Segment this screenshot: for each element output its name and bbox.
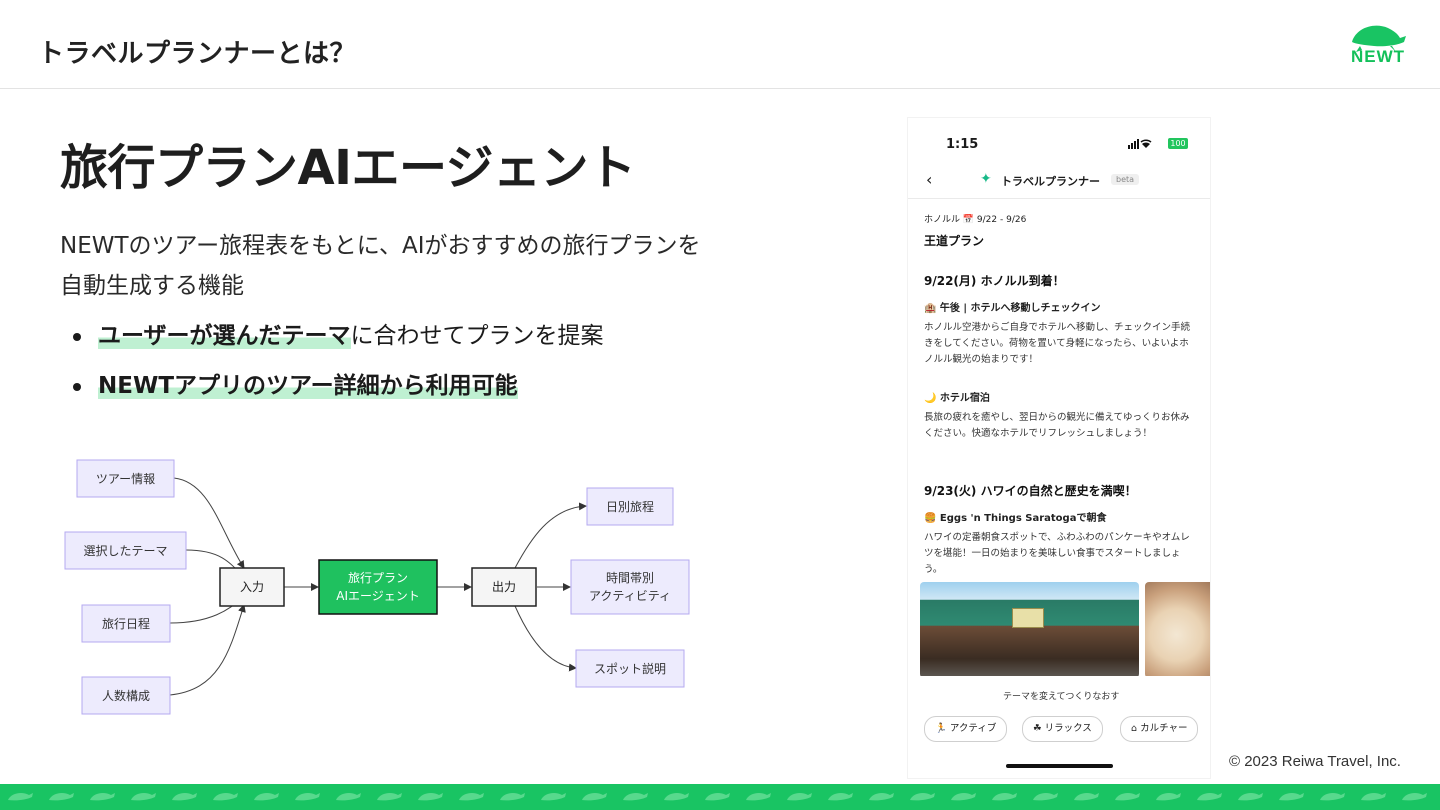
chip-culture[interactable]: ⌂ カルチャー [1120, 716, 1199, 742]
copyright: © 2023 Reiwa Travel, Inc. [1229, 753, 1401, 770]
bullet-highlight: NEWTアプリのツアー詳細から利用可能 [98, 373, 518, 399]
svg-text:スポット説明: スポット説明 [594, 661, 666, 676]
input-node-tour-info: ツアー情報 [76, 459, 175, 498]
day1-item2-title: 🌙 ホテル宿泊 [924, 393, 990, 404]
food-photo[interactable] [1145, 582, 1210, 678]
agent-flow-diagram: ツアー情報 選択したテーマ 旅行日程 人数構成 入力 旅行プラン AIエージェン… [64, 459, 690, 715]
svg-text:人数構成: 人数構成 [102, 688, 150, 703]
svg-text:日別旅程: 日別旅程 [606, 499, 654, 514]
day1-title: 9/22(月) ホノルル到着！ [924, 274, 1065, 288]
leaf-icon: ☘ [1033, 723, 1042, 734]
svg-text:ツアー情報: ツアー情報 [96, 472, 155, 486]
output-node-time-activities: 時間帯別 アクティビティ [570, 559, 690, 615]
day1-item1-text: ホノルル空港からご自身でホテルへ移動し、チェックイン手続きをしてください。荷物を… [924, 322, 1191, 365]
running-icon: 🏃 [935, 723, 947, 734]
theme-selector-panel: テーマを変えてつくりなおす 🏃 アクティブ ☘ リラックス ⌂ カルチャー [908, 676, 1210, 778]
chip-label: カルチャー [1140, 723, 1188, 734]
svg-text:旅行日程: 旅行日程 [102, 616, 150, 631]
output-node-spot-description: スポット説明 [575, 649, 685, 688]
header-title: トラベルプランナーとは？ [38, 39, 357, 69]
output-node-daily-itinerary: 日別旅程 [586, 487, 674, 526]
restaurant-sign [1012, 608, 1044, 628]
sparkle-icon: ✦ [980, 171, 992, 187]
bullet-item: NEWTアプリのツアー詳細から利用可能 [70, 368, 604, 418]
plan-name: 王道プラン [924, 234, 985, 248]
home-indicator [1006, 764, 1113, 768]
svg-text:旅行プラン: 旅行プラン [348, 571, 408, 585]
bullet-item: ユーザーが選んだテーマに合わせてプランを提案 [70, 318, 604, 368]
logo-text: NEWT [1351, 47, 1406, 66]
signal-wifi-icon [1128, 139, 1152, 149]
turtle-pattern-icon [0, 784, 1440, 810]
phone-nav-bar: ‹ ✦ トラベルプランナー beta [908, 164, 1210, 199]
svg-text:アクティビティ: アクティビティ [589, 589, 671, 603]
footer-band [0, 784, 1440, 810]
day2-title: 9/23(火) ハワイの自然と歴史を満喫！ [924, 484, 1137, 498]
day1-item2-text: 長旅の疲れを癒やし、翌日からの観光に備えてゆっくりお休みください。快適なホテルで… [924, 412, 1190, 439]
remake-label: テーマを変えてつくりなおす [1003, 692, 1120, 702]
phone-screenshot: 1:15 100 ‹ ✦ トラベルプランナー beta ホノルル 📅 9/22 … [908, 118, 1210, 778]
input-node-selected-theme: 選択したテーマ [64, 531, 187, 570]
svg-text:時間帯別: 時間帯別 [606, 571, 654, 585]
phone-nav-title: トラベルプランナー [1001, 175, 1100, 188]
svg-text:AIエージェント: AIエージェント [336, 589, 420, 603]
slide-header: トラベルプランナーとは？ NEWT [0, 0, 1440, 89]
day2-item1-title: 🍔 Eggs 'n Things Saratogaで朝食 [924, 513, 1107, 524]
day1-item1-title: 🏨 午後 | ホテルへ移動しチェックイン [924, 303, 1101, 314]
restaurant-photo[interactable] [920, 582, 1139, 678]
chip-relax[interactable]: ☘ リラックス [1022, 716, 1103, 742]
chip-label: リラックス [1044, 723, 1092, 734]
svg-text:出力: 出力 [492, 580, 516, 594]
svg-text:選択したテーマ: 選択したテーマ [83, 544, 167, 558]
chip-label: アクティブ [949, 723, 997, 734]
input-node-party-size: 人数構成 [81, 676, 171, 715]
input-node: 入力 [219, 567, 285, 607]
main-title: 旅行プランAIエージェント [60, 140, 636, 196]
description: NEWTのツアー旅程表をもとに、AIがおすすめの旅行プランを自動生成する機能 [60, 233, 701, 299]
museum-icon: ⌂ [1131, 723, 1138, 734]
core-agent-node: 旅行プラン AIエージェント [318, 559, 438, 615]
chip-active[interactable]: 🏃 アクティブ [924, 716, 1008, 742]
battery-indicator: 100 [1168, 138, 1188, 149]
beta-badge: beta [1111, 174, 1140, 185]
bullet-text: に合わせてプランを提案 [350, 323, 604, 349]
svg-text:入力: 入力 [240, 580, 264, 594]
day2-item1-text: ハワイの定番朝食スポットで、ふわふわのパンケーキやオムレツを堪能！一日の始まりを… [924, 532, 1190, 575]
bullet-highlight: ユーザーが選んだテーマ [98, 323, 351, 349]
trip-meta: ホノルル 📅 9/22 - 9/26 [924, 215, 1027, 225]
feature-bullets: ユーザーが選んだテーマに合わせてプランを提案 NEWTアプリのツアー詳細から利用… [70, 318, 604, 418]
input-node-travel-dates: 旅行日程 [81, 604, 171, 643]
output-node: 出力 [471, 567, 537, 607]
back-chevron-icon[interactable]: ‹ [926, 170, 932, 189]
status-time: 1:15 [946, 137, 979, 152]
